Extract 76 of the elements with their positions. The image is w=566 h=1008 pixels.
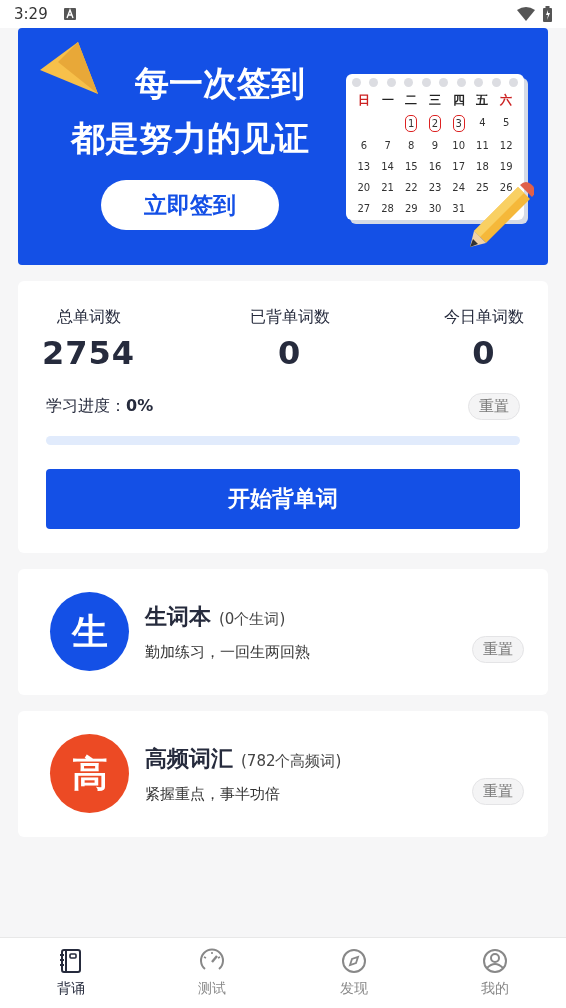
calendar-day: 13 <box>357 158 371 174</box>
calendar-day: 9 <box>429 137 441 153</box>
calendar-weekday: 六 <box>499 91 514 109</box>
wifi-icon <box>517 7 535 21</box>
calendar-day: 1 <box>405 114 418 132</box>
calendar-day: 6 <box>357 137 370 153</box>
calendar-day: 22 <box>404 179 418 195</box>
reset-button[interactable]: 重置 <box>468 393 520 420</box>
calendar-day: 30 <box>428 200 442 216</box>
list-subtitle: 勤加练习，一回生两回熟 <box>145 641 311 663</box>
calendar-day: 8 <box>405 137 418 153</box>
calendar-day: 27 <box>357 200 371 216</box>
calendar-day: 2 <box>429 114 441 132</box>
calendar-weekday: 一 <box>380 91 395 109</box>
calendar-day: 29 <box>404 200 418 216</box>
list-count: (0个生词) <box>219 608 286 630</box>
banner-headline: 每一次签到 <box>135 62 305 104</box>
paper-plane-icon <box>40 42 98 94</box>
list-card[interactable]: 生 生词本 (0个生词) 勤加练习，一回生两回熟 重置 <box>18 568 548 695</box>
calendar-day: 19 <box>499 158 513 174</box>
calendar-day: 16 <box>428 158 442 174</box>
calendar-weekday: 日 <box>356 91 371 109</box>
list-card[interactable]: 高 高频词汇 (782个高频词) 紧握重点，事半功倍 重置 <box>18 710 548 837</box>
calendar-weekday: 四 <box>451 91 466 109</box>
list-badge: 生 <box>50 592 129 671</box>
list-badge: 高 <box>50 734 129 813</box>
calendar-day: 4 <box>476 114 489 130</box>
tab[interactable]: 我的 <box>424 946 566 1000</box>
calendar-weekday: 五 <box>475 91 490 109</box>
list-title: 生词本 <box>145 602 211 631</box>
tab[interactable]: 背诵 <box>0 946 142 1000</box>
notebook-icon <box>57 947 84 974</box>
stat-label: 总单词数 <box>56 306 121 328</box>
stat-value: 2754 <box>42 333 136 374</box>
calendar-day: 12 <box>499 137 513 153</box>
calendar-day: 26 <box>499 179 513 195</box>
calendar-day: 24 <box>452 179 466 195</box>
reset-button[interactable]: 重置 <box>472 636 524 663</box>
calendar-weekday: 三 <box>428 91 442 109</box>
calendar-day: 5 <box>500 114 513 130</box>
banner-headline: 都是努力的见证 <box>71 117 309 159</box>
stat-label: 今日单词数 <box>444 306 524 328</box>
list-title: 高频词汇 <box>145 744 233 773</box>
calendar-day: 7 <box>381 137 394 153</box>
calendar-day: 18 <box>476 158 489 174</box>
list-count: (782个高频词) <box>241 750 342 772</box>
user-icon <box>482 947 509 974</box>
calendar-day: 31 <box>452 200 466 216</box>
compass-icon <box>340 947 367 974</box>
calendar-day: 14 <box>381 158 394 174</box>
notification-icon <box>63 8 76 20</box>
stat-label: 已背单词数 <box>249 306 330 328</box>
battery-icon <box>543 6 552 22</box>
calendar-day: 21 <box>381 179 394 195</box>
calendar-day: 10 <box>452 137 466 153</box>
start-button[interactable]: 开始背单词 <box>46 468 520 529</box>
tab[interactable]: 测试 <box>141 946 283 1000</box>
calendar-day: 23 <box>428 179 442 195</box>
calendar-day: 20 <box>357 179 371 195</box>
calendar-day: 28 <box>381 200 394 216</box>
status-time: 3:29 <box>14 3 48 25</box>
reset-button[interactable]: 重置 <box>472 778 524 805</box>
calendar-day: 17 <box>452 158 466 174</box>
pencil-icon <box>470 181 534 247</box>
progress-reading: 0% <box>126 395 154 418</box>
calendar-day: 15 <box>404 158 418 174</box>
list-subtitle: 紧握重点，事半功倍 <box>145 783 281 805</box>
calendar-day: 3 <box>452 114 465 132</box>
stat-value: 0 <box>472 333 496 374</box>
stat-value: 0 <box>277 333 302 374</box>
calendar-day: 25 <box>476 179 489 195</box>
progress-label: 学习进度： <box>46 395 126 418</box>
tab[interactable]: 发现 <box>283 946 425 1000</box>
sign-in-button[interactable]: 立即签到 <box>101 180 279 231</box>
calendar-weekday: 二 <box>404 91 419 109</box>
calendar-day: 11 <box>476 137 489 153</box>
